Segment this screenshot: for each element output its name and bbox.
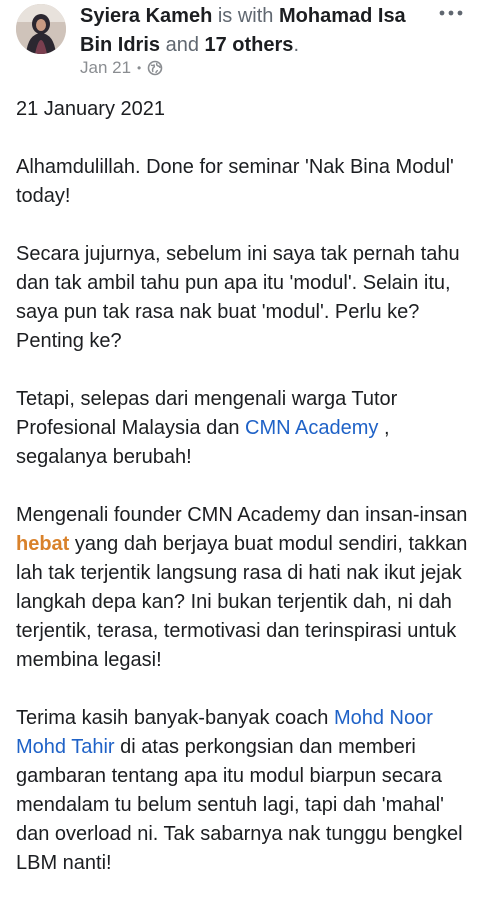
more-options-button[interactable] [434,2,468,24]
globe-icon [147,60,163,76]
post-paragraph: Terima kasih banyak-banyak coach Mohd No… [16,704,472,878]
post-paragraph: Mengenali founder CMN Academy dan insan-… [16,501,472,675]
paragraph-text: yang dah berjaya buat modul sendiri, tak… [16,533,468,671]
author-name[interactable]: Syiera Kameh [80,5,212,27]
author-avatar[interactable] [16,4,66,54]
post-date-line: 21 January 2021 [16,98,166,120]
period-text: . [293,34,299,56]
more-dots-icon [439,10,463,16]
meta-separator: • [137,61,142,75]
post-paragraph: Secara jujurnya, sebelum ini saya tak pe… [16,243,460,352]
post-date[interactable]: Jan 21 [80,58,131,78]
others-link[interactable]: 17 others [205,34,294,56]
and-text: and [160,34,205,56]
post-header: Syiera Kameh is with Mohamad Isa Bin Idr… [14,2,474,82]
paragraph-text: Mengenali founder CMN Academy dan insan-… [16,504,468,526]
post-meta: Jan 21 • [80,58,163,78]
highlighted-word: hebat [16,533,70,555]
author-line: Syiera Kameh is with Mohamad Isa Bin Idr… [80,2,410,60]
post-paragraph: Alhamdulillah. Done for seminar 'Nak Bin… [16,156,454,207]
paragraph-text: Terima kasih banyak-banyak coach [16,707,334,729]
post-paragraph: Tetapi, selepas dari mengenali warga Tut… [16,385,472,472]
post-body: 21 January 2021 Alhamdulillah. Done for … [16,95,472,907]
cmn-academy-link[interactable]: CMN Academy [245,417,378,439]
with-text: is with [212,5,279,27]
